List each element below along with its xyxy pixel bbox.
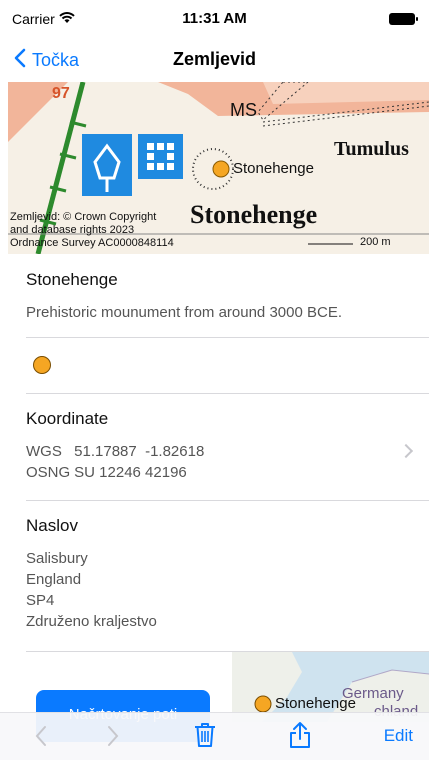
divider (26, 500, 429, 501)
bottom-toolbar: Edit (0, 712, 429, 760)
navigation-bar: Točka Zemljevid (0, 40, 429, 80)
place-header: Stonehenge Prehistoric mounument from ar… (26, 270, 416, 323)
coord-value: SU 12246 42196 (74, 464, 187, 481)
marker-icon[interactable] (33, 356, 51, 374)
map-copyright-line: Zemljevid: © Crown Copyright (10, 211, 157, 223)
coord-label: OSNG (26, 464, 71, 481)
place-description: Prehistoric mounument from around 3000 B… (26, 304, 342, 321)
address-line: England (26, 571, 82, 588)
address-line: SP4 (26, 592, 55, 609)
share-icon[interactable] (289, 721, 311, 754)
battery-icon (389, 13, 418, 25)
coordinates-section[interactable]: Koordinate WGS 51.17887 -1.82618 OSNG SU… (26, 409, 416, 483)
map-marker-label: Stonehenge (233, 160, 314, 177)
divider (26, 337, 429, 338)
coord-value: 51.17887 -1.82618 (74, 443, 205, 460)
map-label-stonehenge: Stonehenge (190, 200, 318, 229)
address-line: Salisbury (26, 550, 88, 567)
map-label-tumulus: Tumulus (334, 138, 409, 160)
mini-map-marker-label: Stonehenge (275, 695, 356, 712)
edit-button[interactable]: Edit (384, 726, 413, 746)
address-section: Naslov Salisbury England SP4 Združeno kr… (26, 516, 416, 632)
address-title: Naslov (26, 516, 78, 535)
address-line: Združeno kraljestvo (26, 613, 157, 630)
place-name: Stonehenge (26, 270, 118, 289)
coordinates-row: WGS 51.17887 -1.82618 (26, 441, 416, 462)
map-copyright-line: Ordnance Survey AC0000848114 (10, 237, 174, 249)
map-view[interactable]: 97 MS Tumulus Stonehenge Stonehenge Zeml… (8, 82, 429, 254)
status-bar: Carrier 11:31 AM (0, 0, 429, 38)
coord-label: WGS (26, 443, 62, 460)
next-arrow-icon[interactable] (106, 725, 120, 752)
map-road-number: 97 (52, 85, 70, 102)
map-label-ms: MS (230, 100, 257, 120)
divider (26, 393, 429, 394)
status-time: 11:31 AM (182, 10, 247, 27)
map-copyright: Zemljevid: © Crown Copyright and databas… (10, 211, 174, 250)
previous-arrow-icon[interactable] (34, 725, 48, 752)
trash-icon[interactable] (194, 722, 216, 753)
coordinates-row: OSNG SU 12246 42196 (26, 462, 416, 483)
coordinates-title: Koordinate (26, 409, 109, 428)
map-copyright-line: and database rights 2023 (10, 224, 135, 236)
page-title: Zemljevid (172, 49, 257, 69)
map-scale-label: 200 m (360, 236, 391, 248)
